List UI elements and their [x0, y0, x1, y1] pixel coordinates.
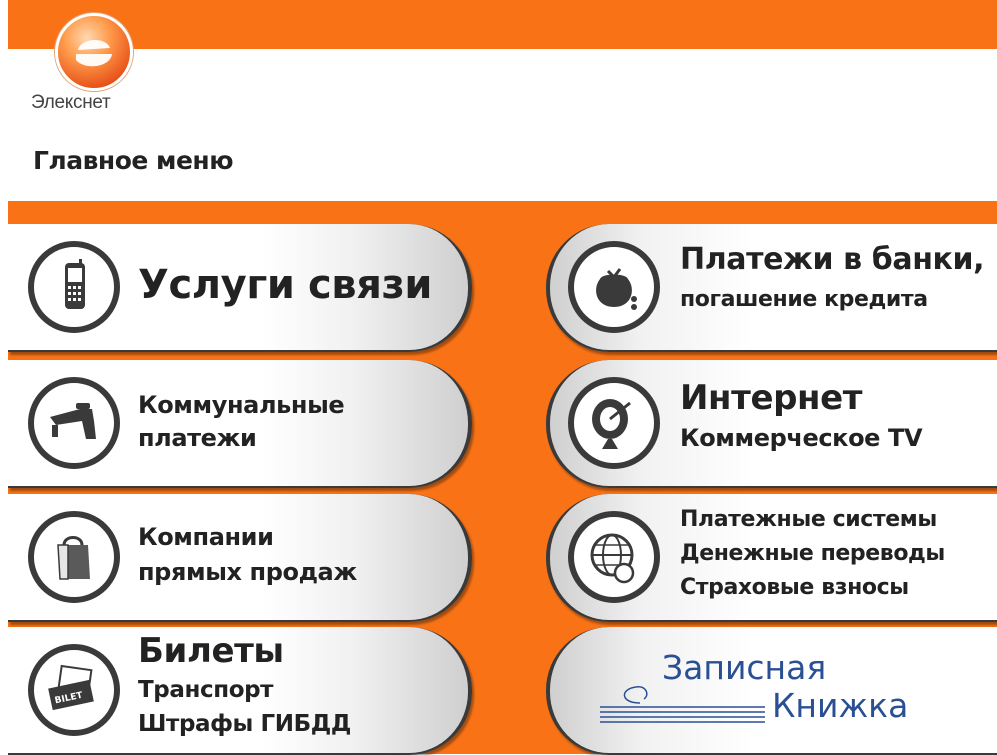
- menu-item-label: Коммунальные: [138, 391, 345, 419]
- menu-item-label: Компании: [138, 523, 274, 551]
- notebook-title-line2: Книжка: [772, 686, 909, 725]
- globe-coins-icon: [568, 511, 660, 603]
- notebook-title-line1: Записная: [662, 648, 827, 687]
- menu-item-tickets[interactable]: BILET Билеты Транспорт Штрафы ГИБДД: [8, 627, 472, 755]
- ticket-icon: BILET: [28, 644, 120, 736]
- menu-item-label: Платежи в банки,: [680, 242, 985, 277]
- menu-item-label: Штрафы ГИБДД: [138, 711, 351, 737]
- menu-item-label: Билеты: [138, 631, 284, 671]
- menu-item-label: Коммерческое TV: [680, 424, 923, 452]
- menu-item-payment-systems[interactable]: Платежные системы Денежные переводы Стра…: [546, 494, 997, 622]
- money-bag-icon: [568, 241, 660, 333]
- notebook-lines-icon: [600, 686, 765, 723]
- top-bar: [8, 0, 997, 49]
- menu-item-label: Денежные переводы: [680, 541, 945, 566]
- satellite-dish-icon: [568, 377, 660, 469]
- menu-item-label: Интернет: [680, 378, 863, 418]
- menu-item-internet[interactable]: Интернет Коммерческое TV: [546, 360, 997, 488]
- mobile-phone-icon: [28, 241, 120, 333]
- menu-item-utilities[interactable]: Коммунальные платежи: [8, 360, 472, 488]
- menu-item-banks[interactable]: Платежи в банки, погашение кредита: [546, 224, 997, 352]
- menu-item-direct-sales[interactable]: Компании прямых продаж: [8, 494, 472, 622]
- menu-item-label: погашение кредита: [680, 287, 928, 312]
- brand-name: Элекснет: [31, 92, 111, 113]
- menu-item-label: Услуги связи: [138, 262, 432, 308]
- menu-item-label: Транспорт: [138, 677, 274, 703]
- menu-item-label: прямых продаж: [138, 558, 357, 586]
- elecsnet-logo-icon: [55, 13, 133, 91]
- menu-item-label: Страховые взносы: [680, 575, 909, 600]
- faucet-icon: [28, 377, 120, 469]
- page-title: Главное меню: [33, 146, 234, 175]
- shopping-bag-icon: [28, 511, 120, 603]
- menu-item-communication[interactable]: Услуги связи: [8, 224, 472, 352]
- menu-item-label: платежи: [138, 424, 257, 452]
- menu-item-notebook[interactable]: Записная Книжка: [546, 627, 997, 755]
- menu-item-label: Платежные системы: [680, 507, 937, 532]
